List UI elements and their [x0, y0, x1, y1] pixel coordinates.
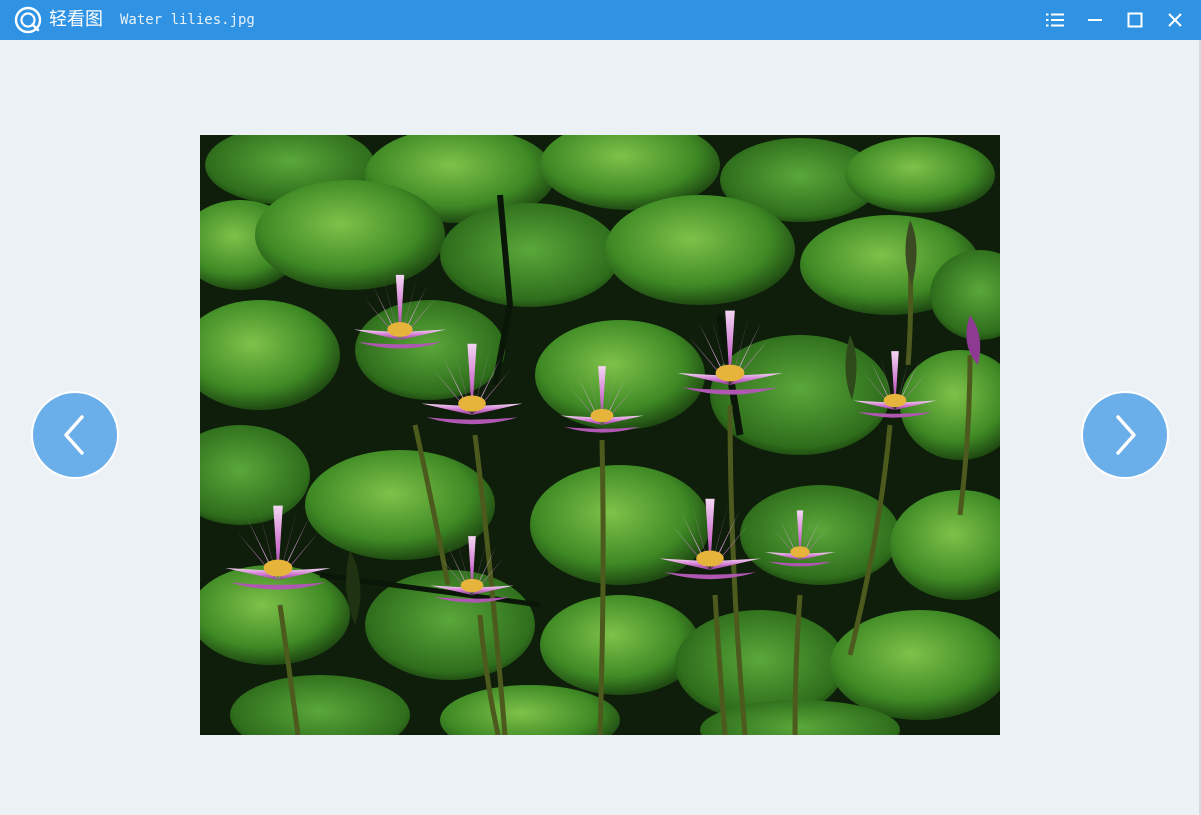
- app-logo-icon: [14, 6, 42, 34]
- water-lilies-photo: [200, 135, 1000, 735]
- file-name: Water lilies.jpg: [120, 12, 255, 28]
- close-icon: [1168, 13, 1182, 27]
- minimize-icon: [1088, 19, 1102, 21]
- chevron-right-icon: [1116, 415, 1136, 455]
- previous-image-button[interactable]: [33, 393, 117, 477]
- maximize-icon: [1127, 12, 1143, 28]
- displayed-image[interactable]: [200, 135, 1000, 735]
- image-viewer-window: 轻看图 Water lilies.jpg: [0, 0, 1201, 815]
- maximize-button[interactable]: [1115, 0, 1155, 40]
- next-image-button[interactable]: [1083, 393, 1167, 477]
- menu-button[interactable]: [1035, 0, 1075, 40]
- title-bar[interactable]: 轻看图 Water lilies.jpg: [0, 0, 1201, 40]
- list-menu-icon: [1046, 13, 1064, 27]
- chevron-left-icon: [64, 415, 84, 455]
- close-button[interactable]: [1155, 0, 1195, 40]
- minimize-button[interactable]: [1075, 0, 1115, 40]
- app-name: 轻看图: [49, 9, 103, 30]
